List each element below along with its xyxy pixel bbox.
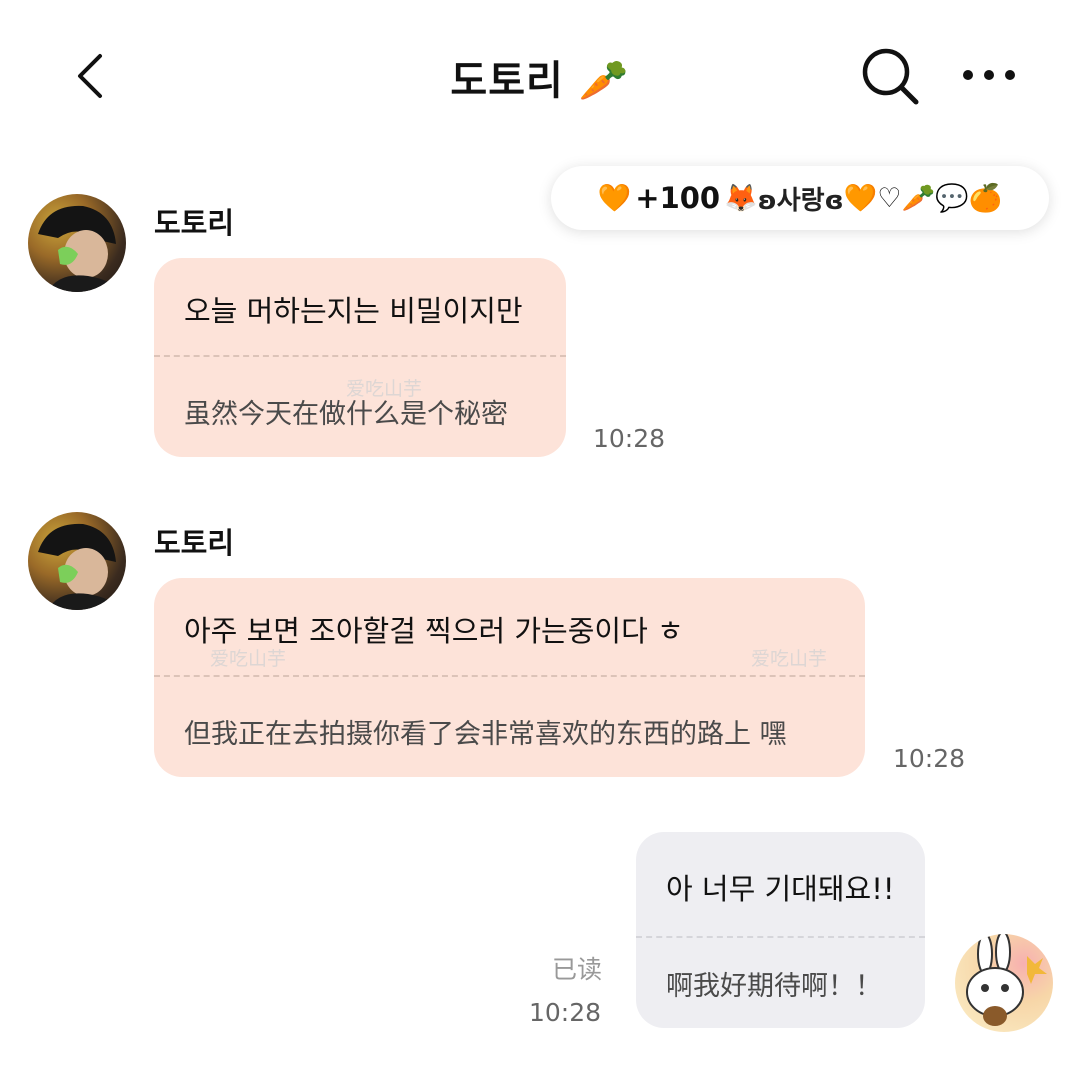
points-label: +100 — [635, 181, 721, 215]
sender-avatar[interactable] — [28, 194, 126, 292]
more-options-button[interactable] — [958, 60, 1020, 90]
sender-name: 도토리 — [154, 526, 235, 560]
read-receipt: 已读 — [552, 955, 603, 984]
message-time: 10:28 — [529, 998, 602, 1027]
friendship-status-pill[interactable]: 🧡 +100 🦊 ʚ사랑ɞ 🧡 ♡ 🥕 💬 🍊 — [551, 166, 1049, 230]
bubble-divider — [154, 675, 865, 677]
search-icon — [862, 48, 919, 105]
chat-header: 도토리 🥕 — [0, 0, 1080, 150]
speech-bubble-icon: 💬 — [935, 183, 969, 214]
orange-heart-icon: 🧡 — [843, 183, 878, 214]
fox-icon: 🦊 — [724, 183, 758, 214]
avatar-image — [38, 523, 118, 610]
incoming-message-bubble[interactable]: 오늘 머하는지는 비밀이지만 虽然今天在做什么是个秘密 — [154, 258, 566, 457]
bubble-divider — [636, 936, 925, 938]
incoming-message-bubble[interactable]: 아주 보면 조아할걸 찍으러 가는중이다 ㅎ 但我正在去拍摄你看了会非常喜欢的东… — [154, 578, 865, 777]
avatar-image — [38, 205, 118, 292]
chat-title-text: 도토리 — [450, 58, 564, 104]
watermark-text: 爱吃山芋 — [210, 648, 287, 670]
message-text-translation: 啊我好期待啊！！ — [666, 971, 882, 1002]
outline-heart-icon: ♡ — [877, 182, 902, 214]
bubble-divider — [154, 355, 566, 357]
love-label: ʚ사랑ɞ — [757, 185, 844, 216]
message-text-korean: 아 너무 기대돼요!! — [666, 872, 895, 906]
tangerine-icon: 🍊 — [968, 183, 1003, 214]
my-avatar[interactable] — [955, 934, 1053, 1032]
message-time: 10:28 — [593, 424, 666, 453]
carrot-icon: 🥕 — [901, 183, 936, 214]
bunny-sticker-image — [966, 934, 1047, 1026]
sender-avatar[interactable] — [28, 512, 126, 610]
message-text-translation: 但我正在去拍摄你看了会非常喜欢的东西的路上 嘿 — [184, 719, 787, 750]
outgoing-message-bubble[interactable]: 아 너무 기대돼요!! 啊我好期待啊！！ — [636, 832, 925, 1028]
search-button[interactable] — [858, 44, 922, 108]
orange-heart-icon: 🧡 — [597, 183, 632, 214]
more-dots-icon — [963, 70, 1015, 80]
message-time: 10:28 — [893, 744, 966, 773]
message-text-korean: 오늘 머하는지는 비밀이지만 — [184, 294, 523, 328]
watermark-text: 爱吃山芋 — [346, 378, 423, 400]
carrot-icon: 🥕 — [578, 58, 630, 104]
sender-name: 도토리 — [154, 206, 235, 240]
watermark-text: 爱吃山芋 — [751, 648, 828, 670]
